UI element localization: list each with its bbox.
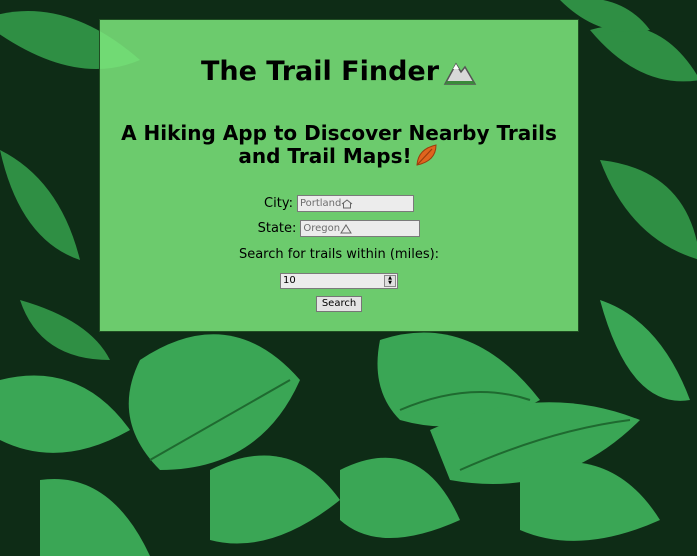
state-input[interactable]: Oregon xyxy=(300,220,421,237)
miles-spinner[interactable]: ▲ ▼ xyxy=(384,274,396,287)
search-panel: The Trail Finder A Hiking App to Discove… xyxy=(99,19,579,332)
trail-search-form: City: Portland State: Oregon Search for … xyxy=(100,191,578,312)
city-placeholder: Portland xyxy=(299,198,342,209)
spinner-down-icon[interactable]: ▼ xyxy=(388,280,392,286)
mountain-icon xyxy=(443,62,477,85)
fallen-leaf-icon xyxy=(416,144,437,166)
miles-input-row: 10 ▲ ▼ xyxy=(100,267,578,292)
miles-label: Search for trails within (miles): xyxy=(238,247,440,262)
subtitle-text: A Hiking App to Discover Nearby Trails a… xyxy=(121,121,557,168)
city-row: City: Portland xyxy=(100,191,578,216)
miles-number-input[interactable]: 10 ▲ ▼ xyxy=(280,272,398,289)
page-subtitle: A Hiking App to Discover Nearby Trails a… xyxy=(100,121,578,168)
title-text: The Trail Finder xyxy=(200,56,440,87)
city-label: City: xyxy=(264,196,293,211)
city-input[interactable]: Portland xyxy=(296,195,414,212)
page-title: The Trail Finder xyxy=(100,56,578,88)
state-label: State: xyxy=(257,221,297,236)
miles-value: 10 xyxy=(283,275,296,286)
state-placeholder: Oregon xyxy=(303,223,341,234)
mountain-icon xyxy=(340,223,353,233)
search-button[interactable]: Search xyxy=(315,296,363,312)
miles-row: Search for trails within (miles): xyxy=(100,242,578,267)
state-row: State: Oregon xyxy=(100,216,578,241)
house-icon xyxy=(342,198,353,208)
